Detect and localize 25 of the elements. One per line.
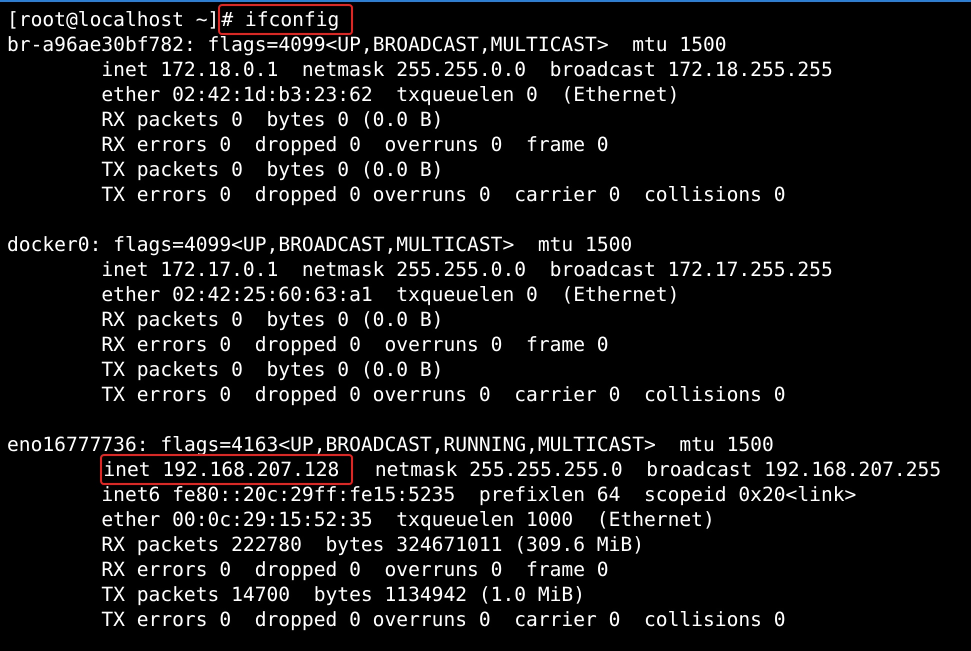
terminal-text: RX packets 222780 bytes 324671011 (309.6 MiB) xyxy=(101,533,644,556)
terminal-text: TX packets 0 bytes 0 (0.0 B) xyxy=(101,158,444,181)
terminal-text: RX packets 0 bytes 0 (0.0 B) xyxy=(101,108,444,131)
terminal-text: netmask 255.255.255.0 broadcast 192.168.207.255 xyxy=(374,458,942,481)
terminal-text: RX errors 0 dropped 0 overruns 0 frame 0 xyxy=(101,333,609,356)
terminal-text: RX packets 0 bytes 0 (0.0 B) xyxy=(101,308,444,331)
terminal-text: inet6 fe80::20c:29ff:fe15:5235 prefixlen 64 scopeid 0x20<link> xyxy=(101,483,856,506)
terminal-text: TX errors 0 dropped 0 overruns 0 carrier 0 collisions 0 xyxy=(101,608,786,631)
terminal-text: [root@localhost ~] xyxy=(7,8,220,31)
terminal-text: TX errors 0 dropped 0 overruns 0 carrier 0 collisions 0 xyxy=(101,383,786,406)
terminal-text: TX packets 14700 bytes 1134942 (1.0 MiB) xyxy=(101,583,586,606)
terminal-text: RX errors 0 dropped 0 overruns 0 frame 0 xyxy=(101,558,609,581)
terminal-text: ether 02:42:25:60:63:a1 txqueuelen 0 (Ethernet) xyxy=(101,283,680,306)
terminal-text: docker0: flags=4099<UP,BROADCAST,MULTICAST> mtu 1500 xyxy=(7,233,632,256)
highlighted-text: inet 192.168.207.128 xyxy=(102,456,352,483)
terminal-text: inet 172.18.0.1 netmask 255.255.0.0 broadcast 172.18.255.255 xyxy=(101,58,833,81)
terminal-text: RX errors 0 dropped 0 overruns 0 frame 0 xyxy=(101,133,609,156)
terminal-text: TX errors 0 dropped 0 overruns 0 carrier 0 collisions 0 xyxy=(101,183,786,206)
terminal-text: ether 00:0c:29:15:52:35 txqueuelen 1000 (Ethernet) xyxy=(101,508,715,531)
terminal-text: inet 172.17.0.1 netmask 255.255.0.0 broadcast 172.17.255.255 xyxy=(101,258,833,281)
terminal-text: ether 02:42:1d:b3:23:62 txqueuelen 0 (Ethernet) xyxy=(101,83,680,106)
terminal-text: br-a96ae30bf782: flags=4099<UP,BROADCAST,MULTICAST> mtu 1500 xyxy=(7,33,727,56)
terminal-text: eno16777736: flags=4163<UP,BROADCAST,RUNNING,MULTICAST> mtu 1500 xyxy=(7,433,774,456)
terminal-text: TX packets 0 bytes 0 (0.0 B) xyxy=(101,358,444,381)
highlighted-text: # ifconfig xyxy=(220,6,352,33)
